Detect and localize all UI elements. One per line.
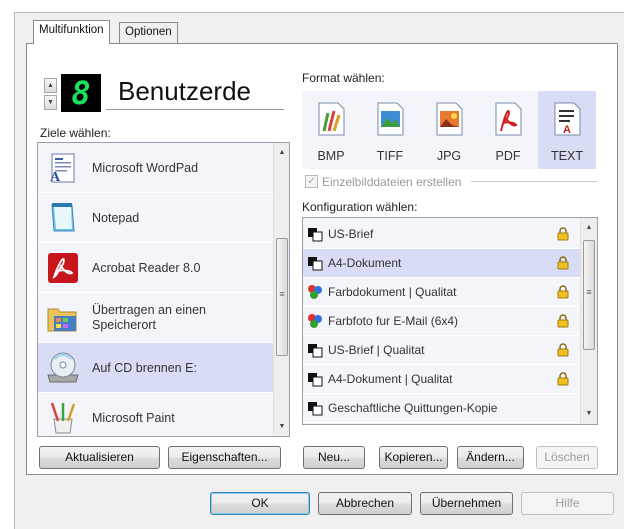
lock-icon: [557, 256, 569, 270]
format-label-text: TIFF: [376, 149, 404, 163]
scroll-down-arrow[interactable]: ▼: [581, 406, 597, 422]
lock-icon: [557, 343, 569, 357]
help-button[interactable]: Hilfe: [521, 492, 614, 515]
svg-text:A: A: [563, 124, 571, 136]
destination-label: Notepad: [92, 210, 140, 225]
config-label: US-Brief: [328, 227, 374, 241]
scroll-down-arrow[interactable]: ▼: [274, 419, 289, 435]
scroll-up-arrow[interactable]: ▲: [581, 220, 597, 236]
properties-button[interactable]: Eigenschaften...: [168, 446, 281, 469]
config-label: Farbfoto fur E-Mail (6x4): [328, 314, 459, 328]
ok-button[interactable]: OK: [210, 492, 310, 515]
format-list[interactable]: BMP TIFF JPG PDF A TEXT: [302, 91, 596, 169]
pdf-icon: [495, 102, 522, 136]
config-item-quittungen[interactable]: Geschaftliche Quittungen-Kopie: [303, 394, 581, 423]
config-item-farbfoto[interactable]: Farbfoto fur E-Mail (6x4): [303, 307, 581, 336]
bw-document-icon: [308, 402, 323, 416]
bmp-icon: [318, 102, 345, 136]
delete-button[interactable]: Löschen: [536, 446, 598, 469]
destination-label: Auf CD brennen E:: [92, 360, 197, 375]
list-item-wordpad[interactable]: A Microsoft WordPad: [38, 143, 274, 193]
format-text[interactable]: A TEXT: [538, 91, 596, 169]
refresh-button[interactable]: Aktualisieren: [39, 446, 160, 469]
jpg-icon: [436, 102, 463, 136]
format-tiff[interactable]: TIFF: [361, 91, 419, 169]
color-document-icon: [308, 285, 322, 299]
wordpad-icon: A: [50, 153, 75, 185]
cancel-button[interactable]: Abbrechen: [318, 492, 412, 515]
config-label: A4-Dokument: [328, 256, 402, 270]
tab-label: Optionen: [125, 26, 172, 38]
destination-label: Microsoft WordPad: [92, 160, 199, 175]
format-pdf[interactable]: PDF: [479, 91, 537, 169]
lock-icon: [557, 285, 569, 299]
bw-document-icon: [308, 257, 323, 271]
format-bmp[interactable]: BMP: [302, 91, 360, 169]
spin-up-button[interactable]: ▲: [44, 78, 57, 93]
format-label-text: TEXT: [551, 149, 583, 163]
scrollbar-thumb[interactable]: ≡: [583, 240, 595, 350]
new-button[interactable]: Neu...: [303, 446, 365, 469]
destination-label: Microsoft Paint: [92, 410, 175, 425]
list-item-burn-cd[interactable]: Auf CD brennen E:: [38, 343, 274, 393]
configuration-label: Konfiguration wählen:: [302, 200, 418, 214]
config-label: US-Brief | Qualitat: [328, 343, 425, 357]
paint-icon: [50, 402, 76, 433]
single-files-label: Einzelbilddateien erstellen: [322, 175, 462, 189]
config-label: Geschaftliche Quittungen-Kopie: [328, 401, 498, 415]
svg-text:A: A: [50, 170, 61, 185]
profile-number-display: 8: [61, 74, 101, 112]
lock-icon: [557, 372, 569, 386]
text-icon: A: [554, 102, 581, 136]
destination-label: Acrobat Reader 8.0: [92, 260, 201, 275]
profile-spinner[interactable]: ▲ ▼: [44, 78, 57, 110]
config-item-farbdokument[interactable]: Farbdokument | Qualitat: [303, 278, 581, 307]
spin-down-button[interactable]: ▼: [44, 95, 57, 110]
lock-icon: [557, 227, 569, 241]
scrollbar-thumb[interactable]: ≡: [276, 238, 288, 356]
list-item-notepad[interactable]: Notepad: [38, 193, 274, 243]
single-files-checkbox[interactable]: ✓: [305, 175, 318, 188]
config-item-us-brief[interactable]: US-Brief: [303, 220, 581, 249]
copy-button[interactable]: Kopieren...: [379, 446, 448, 469]
lock-icon: [557, 314, 569, 328]
config-item-a4-dokument[interactable]: A4-Dokument: [303, 249, 581, 278]
destinations-list[interactable]: A Microsoft WordPad Notepad Acrobat Read…: [37, 142, 290, 437]
format-label-text: PDF: [495, 149, 521, 163]
tab-label: Multifunktion: [39, 24, 104, 36]
bw-document-icon: [308, 344, 323, 358]
config-label: A4-Dokument | Qualitat: [328, 372, 453, 386]
notepad-icon: [51, 202, 75, 231]
scroll-up-arrow[interactable]: ▲: [274, 145, 289, 161]
profile-name[interactable]: Benutzerde: [106, 74, 284, 110]
list-item-paint[interactable]: Microsoft Paint: [38, 393, 274, 436]
configuration-list[interactable]: US-Brief A4-Dokument Farbdokument | Qual…: [302, 217, 598, 425]
format-label: Format wählen:: [302, 71, 385, 85]
bw-document-icon: [308, 228, 323, 242]
config-item-us-brief-qualitat[interactable]: US-Brief | Qualitat: [303, 336, 581, 365]
separator: [471, 181, 597, 182]
tiff-icon: [377, 102, 404, 136]
destination-label: Übertragen an einen Speicherort: [92, 302, 206, 332]
list-item-transfer-storage[interactable]: Übertragen an einen Speicherort: [38, 293, 274, 343]
tab-multifunktion[interactable]: Multifunktion: [33, 20, 110, 44]
bw-document-icon: [308, 373, 323, 387]
folder-icon: [47, 308, 77, 331]
list-item-acrobat[interactable]: Acrobat Reader 8.0: [38, 243, 274, 293]
format-label-text: BMP: [317, 149, 345, 163]
edit-button[interactable]: Ändern...: [457, 446, 524, 469]
config-item-a4-dokument-qualitat[interactable]: A4-Dokument | Qualitat: [303, 365, 581, 394]
configuration-scrollbar[interactable]: ▲ ≡ ▼: [580, 218, 597, 424]
color-document-icon: [308, 314, 322, 328]
tab-optionen[interactable]: Optionen: [119, 22, 178, 43]
format-label-text: JPG: [436, 149, 462, 163]
destinations-label: Ziele wählen:: [40, 126, 111, 140]
format-jpg[interactable]: JPG: [420, 91, 478, 169]
config-label: Farbdokument | Qualitat: [328, 285, 457, 299]
destinations-scrollbar[interactable]: ▲ ≡ ▼: [273, 143, 289, 436]
acrobat-icon: [48, 252, 78, 283]
apply-button[interactable]: Übernehmen: [420, 492, 513, 515]
cd-drive-icon: [47, 352, 79, 382]
